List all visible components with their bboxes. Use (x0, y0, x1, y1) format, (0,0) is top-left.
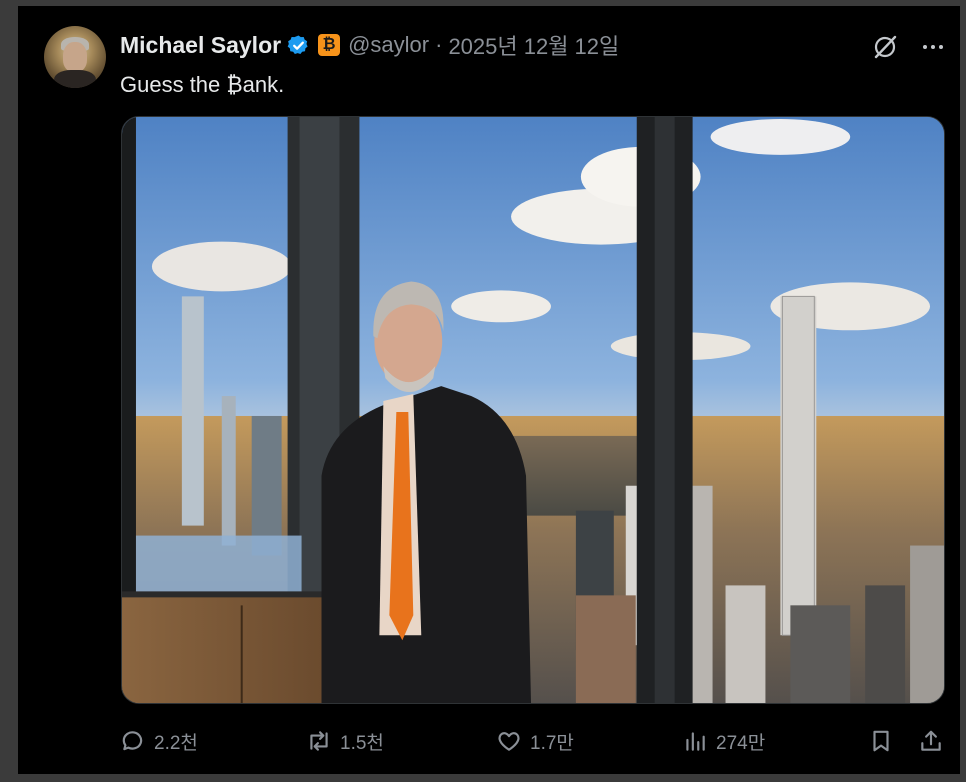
avatar-face (63, 42, 87, 72)
display-name[interactable]: Michael Saylor (120, 32, 281, 59)
reply-icon (122, 731, 143, 751)
more-icon[interactable] (918, 32, 948, 62)
share-button[interactable] (918, 724, 944, 758)
more-dot (939, 45, 943, 49)
views-button[interactable]: 274만 (682, 724, 765, 758)
separator-dot: · (435, 32, 443, 57)
avatar[interactable] (44, 26, 106, 88)
like-button[interactable]: 1.7만 (496, 724, 574, 758)
like-count: 1.7만 (530, 732, 574, 754)
bookmark-button[interactable] (868, 724, 894, 758)
repost-count: 1.5천 (340, 732, 384, 754)
grok-icon[interactable] (870, 32, 900, 62)
post-photo[interactable] (121, 116, 945, 704)
share-icon (921, 730, 941, 751)
tweet-text: Guess the ₿ank. (120, 72, 285, 97)
bookmark-icon (873, 730, 889, 752)
app-frame: Michael Saylor ₿ @saylor · 2025년 12월 12일… (0, 0, 966, 782)
reply-count: 2.2천 (154, 732, 198, 754)
post-date[interactable]: 2025년 12월 12일 (448, 29, 619, 61)
verified-badge-icon (287, 34, 308, 54)
heart-icon (498, 732, 520, 751)
handle[interactable]: @saylor (348, 32, 429, 58)
repost-icon (310, 731, 328, 751)
bitcoin-badge-icon[interactable]: ₿ (318, 34, 341, 56)
photo-illustration (122, 117, 944, 703)
views-count: 274만 (716, 732, 766, 754)
reply-button[interactable]: 2.2천 (120, 724, 198, 758)
repost-button[interactable]: 1.5천 (306, 724, 384, 758)
more-dot (931, 45, 935, 49)
author-row: Michael Saylor ₿ @saylor · 2025년 12월 12일 (120, 30, 619, 60)
action-bar: 2.2천 1.5천 1.7만 274만 (18, 724, 960, 758)
more-dot (923, 45, 927, 49)
tweet-card[interactable]: Michael Saylor ₿ @saylor · 2025년 12월 12일… (18, 6, 960, 774)
views-chart-icon (686, 732, 705, 751)
avatar-body (54, 70, 96, 88)
